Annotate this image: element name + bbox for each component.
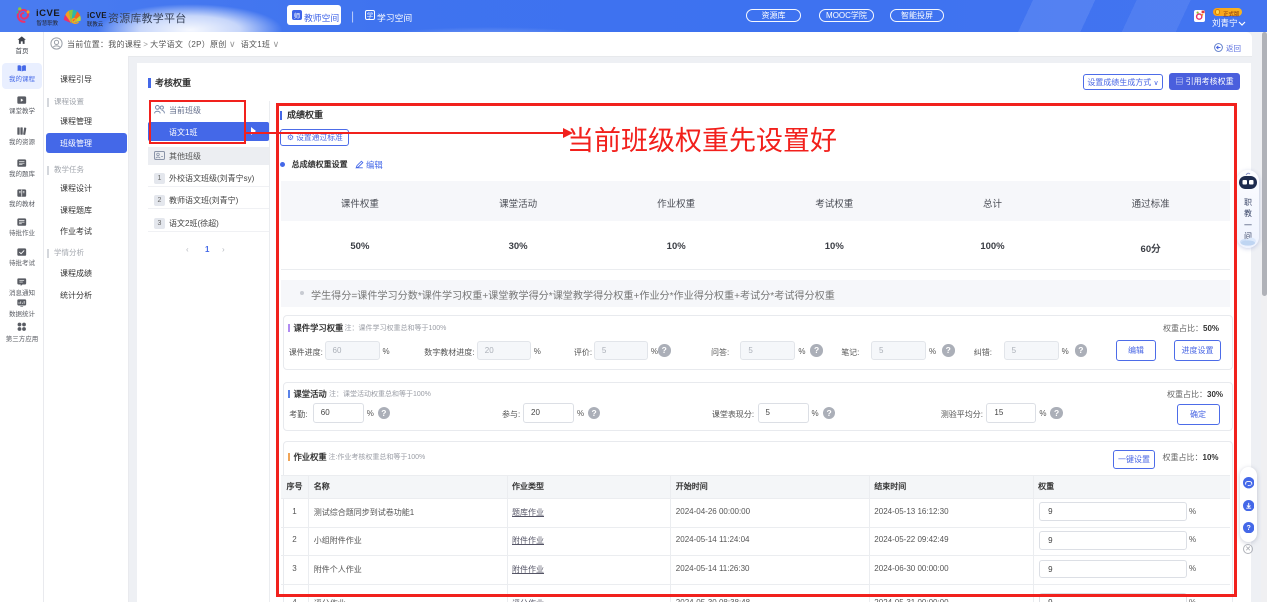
svg-text:师: 师 (294, 11, 301, 20)
svg-text:学: 学 (367, 11, 374, 20)
svg-text:?: ? (1246, 524, 1250, 532)
